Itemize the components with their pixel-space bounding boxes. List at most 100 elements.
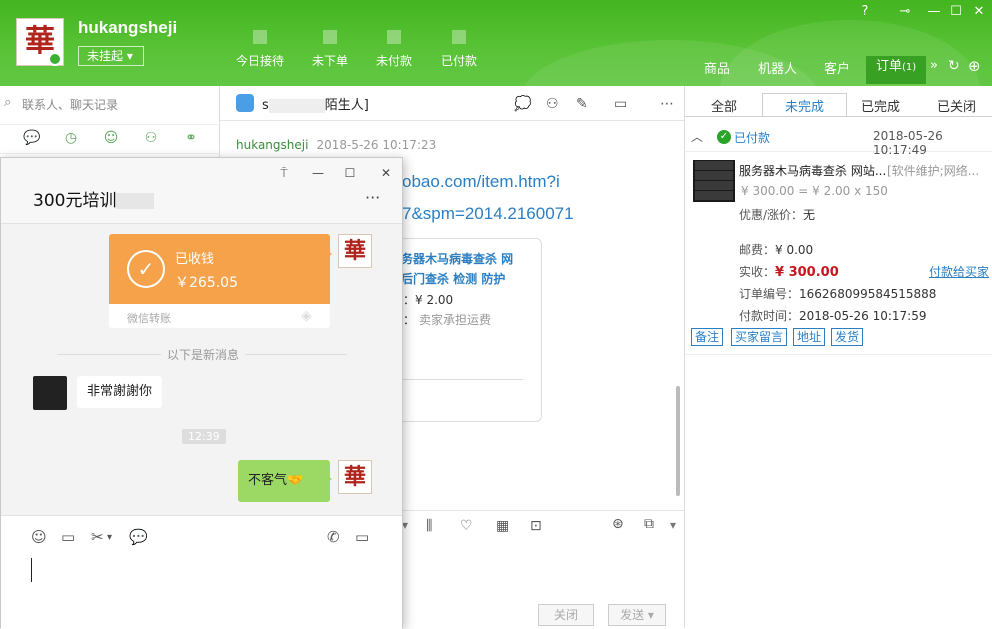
tab-incomplete[interactable]: 未完成 — [762, 93, 848, 117]
add-contact-icon[interactable]: ⚇ — [546, 96, 559, 112]
popup-pin-icon[interactable]: ⍑ — [275, 166, 293, 181]
new-messages-divider: 以下是新消息 — [161, 346, 246, 363]
more-icon[interactable]: ⋯ — [660, 96, 674, 112]
emoji-chat-icon[interactable]: 💭 — [514, 96, 531, 112]
close-chat-button[interactable]: 关闭 — [538, 604, 594, 626]
order-number-row: 订单编号：166268099584515888 — [739, 287, 937, 301]
popup-title: 300元培训 — [33, 186, 155, 211]
actual-row: 实收：¥ 300.00 — [739, 265, 839, 280]
video-call-icon[interactable]: ▭ — [614, 96, 627, 112]
add-icon[interactable]: ⊕ — [968, 57, 981, 75]
my-avatar[interactable]: 華 — [338, 460, 372, 494]
stat-unpaid[interactable]: 未付款 — [366, 30, 422, 69]
maximize-icon[interactable]: ☐ — [948, 4, 964, 19]
my-avatar[interactable]: 華 — [338, 234, 372, 268]
edit-icon[interactable]: ✎ — [576, 96, 588, 112]
buyer-message-button[interactable]: 买家留言 — [731, 328, 788, 346]
contact-tabs: 💬 ◷ ☺ ⚇ ⚭ — [0, 124, 220, 154]
transfer-card[interactable]: ✓ 已收钱 ￥265.05 微信转账 ◈ — [109, 234, 332, 328]
chat-scrollbar[interactable] — [676, 386, 680, 496]
chat-history-icon[interactable]: 💬 — [129, 528, 148, 546]
nav-products[interactable]: 商品 — [704, 58, 730, 77]
product-card[interactable]: 务器木马病毒查杀 网后门查杀 检测 防护 格：¥ 2.00 费： 卖家承担运费 — [390, 238, 542, 422]
address-button[interactable]: 地址 — [793, 328, 826, 346]
card-divider — [391, 379, 523, 380]
received-check-icon: ✓ — [127, 250, 165, 288]
close-icon[interactable]: ✕ — [971, 4, 987, 19]
message-time: 12:39 — [182, 429, 226, 444]
minimize-icon[interactable]: — — [926, 4, 942, 19]
transfer-footer: 微信转账 — [127, 312, 171, 325]
contact-tab-icon[interactable]: ☺ — [101, 130, 121, 150]
stat-not-ordered[interactable]: 未下单 — [302, 30, 358, 69]
popup-close-icon[interactable]: ✕ — [377, 166, 395, 180]
nav-customers[interactable]: 客户 — [824, 58, 850, 77]
product-thumbnail[interactable] — [693, 160, 735, 202]
tab-complete[interactable]: 已完成 — [861, 96, 900, 115]
coupon-icon[interactable]: ⊡ — [530, 518, 542, 534]
contact-platform-icon — [236, 94, 254, 112]
outgoing-message: 不客气🤝 — [238, 460, 332, 502]
paid-check-icon: ✓ — [717, 130, 731, 144]
order-header[interactable]: ︿ ✓ 已付款 2018-05-26 10:17:49 — [685, 120, 992, 157]
card-title: 务器木马病毒查杀 网后门查杀 检测 防护 — [401, 252, 514, 286]
wechat-pay-icon: ◈ — [301, 308, 312, 324]
emoji-icon[interactable]: ☺ — [31, 528, 47, 546]
stat-paid[interactable]: 已付款 — [431, 30, 487, 69]
recent-tab-icon[interactable]: ◷ — [61, 130, 81, 150]
text-cursor — [31, 558, 32, 582]
folder-icon[interactable]: ▭ — [61, 528, 75, 546]
product-name[interactable]: 服务器木马病毒查杀 网站... — [739, 162, 886, 179]
popup-more-icon[interactable]: ··· — [365, 188, 380, 207]
popup-chat-window: ⍑ — ☐ ✕ 300元培训 ··· ✓ 已收钱 ￥265.05 微信转账 ◈ … — [0, 157, 403, 629]
contact-avatar[interactable] — [33, 376, 67, 410]
chat-tab-icon[interactable]: 💬 — [22, 130, 42, 150]
calculator-icon[interactable]: ▦ — [496, 518, 509, 534]
scissors-dropdown-icon[interactable]: ▾ — [107, 532, 112, 543]
history-icon[interactable]: ⧉ — [644, 516, 654, 532]
history-dropdown-icon[interactable]: ▾ — [670, 518, 676, 532]
pin-icon[interactable]: ⊸ — [897, 4, 913, 19]
postage-row: 邮费：¥ 0.00 — [739, 243, 814, 257]
pay-buyer-link[interactable]: 付款给买家 — [929, 263, 989, 280]
help-icon[interactable]: ? — [857, 4, 873, 19]
scissors-icon[interactable]: ✂ — [91, 528, 104, 546]
heart-icon[interactable]: ♡ — [460, 518, 473, 534]
search-icon: ⌕ — [4, 95, 12, 110]
remark-button[interactable]: 备注 — [691, 328, 724, 346]
transfer-title: 已收钱 — [175, 252, 215, 267]
message-link[interactable]: obao.com/item.htm?i 7&spm=2014.2160071 — [402, 166, 574, 230]
nav-orders[interactable]: 订单(1) — [866, 56, 927, 84]
order-datetime: 2018-05-26 10:17:49 — [873, 129, 943, 157]
card-shipping: 费： 卖家承担运费 — [391, 313, 492, 327]
header-bar: 華 hukangsheji 未挂起 ▾ 今日接待 未下单 未付款 已付款 ? ⊸… — [0, 0, 992, 86]
orders-panel: 全部 未完成 已完成 已关闭 ︿ ✓ 已付款 2018-05-26 10:17:… — [684, 86, 992, 628]
forward-icon[interactable]: ⊛ — [612, 516, 624, 532]
price-calculation: ¥ 300.00 = ¥ 2.00 x 150 — [741, 184, 888, 198]
status-dropdown[interactable]: 未挂起 ▾ — [78, 46, 144, 66]
refresh-icon[interactable]: ↻ — [948, 58, 960, 74]
stat-today-reception[interactable]: 今日接待 — [232, 30, 288, 69]
send-button[interactable]: 发送 ▾ — [608, 604, 666, 626]
popup-minimize-icon[interactable]: — — [309, 166, 327, 180]
vibrate-icon[interactable]: ⫼ — [426, 518, 432, 534]
pay-time-row: 付款时间：2018-05-26 10:17:59 — [739, 309, 927, 323]
username: hukangsheji — [78, 18, 178, 37]
incoming-message: 非常謝謝你 — [77, 376, 163, 408]
phone-icon[interactable]: ✆ — [327, 528, 340, 546]
group-tab-icon[interactable]: ⚇ — [141, 130, 161, 150]
popup-maximize-icon[interactable]: ☐ — [341, 166, 359, 180]
transfer-amount: ￥265.05 — [175, 275, 238, 291]
ship-button[interactable]: 发货 — [831, 328, 864, 346]
collapse-icon[interactable]: ︿ — [691, 128, 703, 145]
tab-closed[interactable]: 已关闭 — [937, 96, 976, 115]
product-category: [软件维护;网络... — [887, 164, 980, 178]
popup-header: ⍑ — ☐ ✕ 300元培训 ··· — [1, 158, 402, 224]
nav-robot[interactable]: 机器人 — [758, 58, 797, 77]
message-input-area[interactable]: ☺ ▭ ✂ ▾ 💬 ✆ ▭ — [1, 515, 402, 629]
team-tab-icon[interactable]: ⚭ — [181, 130, 201, 150]
search-input[interactable]: 联系人、聊天记录 — [22, 96, 118, 113]
video-icon[interactable]: ▭ — [355, 528, 369, 546]
tab-all[interactable]: 全部 — [711, 96, 737, 115]
nav-more-icon[interactable]: » — [930, 58, 938, 73]
